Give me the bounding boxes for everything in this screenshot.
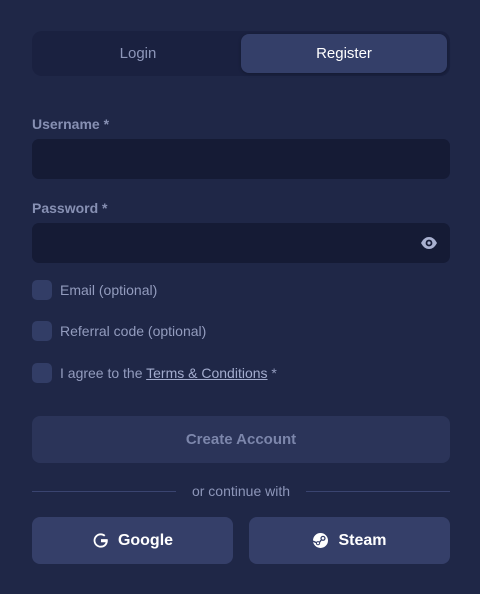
social-divider: or continue with bbox=[32, 482, 450, 500]
terms-option-row: I agree to the Terms & Conditions * bbox=[32, 363, 277, 383]
terms-required-marker: * bbox=[267, 365, 277, 381]
referral-checkbox-label: Referral code (optional) bbox=[60, 323, 207, 339]
email-checkbox-label: Email (optional) bbox=[60, 282, 158, 298]
terms-checkbox-label: I agree to the Terms & Conditions * bbox=[60, 365, 277, 381]
google-icon bbox=[92, 532, 109, 549]
divider-text: or continue with bbox=[191, 483, 291, 499]
terms-checkbox[interactable] bbox=[32, 363, 52, 383]
register-card: Login Register Username * Password * Ema… bbox=[0, 0, 480, 594]
divider-line-right bbox=[306, 490, 450, 492]
google-button[interactable]: Google bbox=[32, 517, 233, 564]
eye-icon[interactable] bbox=[420, 235, 438, 251]
divider-line-left bbox=[32, 490, 176, 492]
steam-icon bbox=[312, 532, 329, 549]
email-checkbox[interactable] bbox=[32, 280, 52, 300]
referral-option-row: Referral code (optional) bbox=[32, 321, 206, 341]
create-account-button[interactable]: Create Account bbox=[32, 416, 450, 463]
steam-button[interactable]: Steam bbox=[249, 517, 450, 564]
email-option-row: Email (optional) bbox=[32, 280, 157, 300]
google-button-label: Google bbox=[117, 531, 174, 549]
terms-prefix: I agree to the bbox=[60, 365, 147, 381]
tab-login[interactable]: Login bbox=[35, 34, 241, 73]
password-label: Password * bbox=[32, 200, 108, 216]
terms-link[interactable]: Terms & Conditions bbox=[146, 365, 267, 381]
password-input[interactable] bbox=[32, 223, 450, 263]
referral-checkbox[interactable] bbox=[32, 321, 52, 341]
steam-button-label: Steam bbox=[338, 531, 387, 549]
username-input[interactable] bbox=[32, 139, 450, 179]
tab-register[interactable]: Register bbox=[241, 34, 447, 73]
username-label: Username * bbox=[32, 116, 110, 132]
auth-tabs: Login Register bbox=[32, 31, 450, 76]
